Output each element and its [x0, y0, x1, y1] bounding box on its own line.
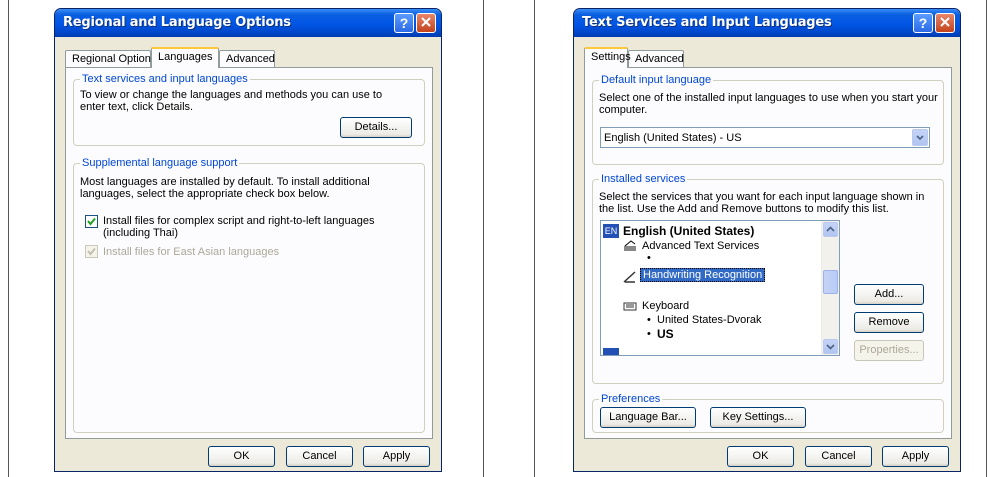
tab-advanced[interactable]: Advanced [628, 50, 684, 68]
list-item[interactable]: English (United States) [623, 225, 754, 237]
ok-button[interactable]: OK [208, 446, 275, 467]
button-label: Language Bar... [609, 411, 687, 423]
language-badge: EN [603, 224, 619, 238]
cancel-button[interactable]: Cancel [805, 446, 872, 467]
selected-label: Handwriting Recognition [640, 268, 766, 282]
bullet: • [647, 252, 651, 264]
dialog-body: Regional Options Languages Advanced Text… [58, 37, 438, 468]
default-input-language-group: Default input language Select one of the… [592, 74, 944, 165]
group-title: Default input language [599, 74, 714, 86]
default-language-select[interactable]: English (United States) - US [600, 127, 930, 148]
list-item[interactable]: United States-Dvorak [657, 314, 762, 326]
button-label: Apply [901, 450, 930, 462]
scroll-up-icon[interactable] [823, 222, 838, 237]
group-title: Installed services [599, 173, 688, 185]
keyboard-icon [623, 300, 637, 312]
key-settings-button[interactable]: Key Settings... [710, 407, 806, 428]
properties-button[interactable]: Properties... [854, 340, 924, 361]
button-label: Details... [354, 121, 398, 133]
button-label: Cancel [821, 450, 856, 462]
details-button[interactable]: Details... [340, 117, 412, 138]
add-button[interactable]: Add... [854, 284, 924, 305]
help-icon[interactable]: ? [394, 13, 414, 33]
group-title: Supplemental language support [80, 157, 240, 169]
apply-button[interactable]: Apply [363, 446, 430, 467]
title-bar[interactable]: Text Services and Input Languages ? [574, 9, 960, 37]
window-title: Text Services and Input Languages [582, 15, 832, 30]
button-label: Apply [382, 450, 411, 462]
list-item[interactable]: US [657, 328, 674, 340]
list-item[interactable]: Keyboard [642, 300, 689, 312]
group-description: Select the services that you want for ea… [599, 191, 925, 215]
close-icon[interactable] [935, 13, 955, 33]
group-description: Select one of the installed input langua… [599, 92, 938, 116]
bullet: • [647, 314, 651, 326]
chevron-down-icon[interactable] [912, 129, 928, 146]
dialog-body: Settings Advanced Default input language… [577, 37, 957, 468]
east-asian-checkbox[interactable] [85, 245, 98, 258]
handwriting-icon [623, 270, 637, 284]
tab-settings[interactable]: Settings [584, 47, 631, 68]
tab-languages[interactable]: Languages [151, 47, 219, 68]
supplemental-language-group: Supplemental language support Most langu… [73, 157, 425, 433]
list-item[interactable]: Advanced Text Services [642, 240, 759, 252]
tab-panel: Default input language Select one of the… [584, 67, 952, 439]
button-label: OK [233, 450, 250, 462]
tab-regional-options[interactable]: Regional Options [65, 50, 156, 68]
button-label: OK [752, 450, 769, 462]
ok-button[interactable]: OK [727, 446, 794, 467]
tab-label: Advanced [226, 53, 275, 65]
help-icon[interactable]: ? [913, 13, 933, 33]
window-title: Regional and Language Options [63, 15, 291, 30]
button-label: Remove [868, 316, 910, 328]
text-services-window: Text Services and Input Languages ? Sett… [573, 8, 961, 472]
button-label: Cancel [302, 450, 337, 462]
remove-button[interactable]: Remove [854, 312, 924, 333]
checkbox-label[interactable]: Install files for East Asian languages [103, 246, 403, 258]
tab-advanced[interactable]: Advanced [219, 50, 275, 68]
bullet: • [647, 328, 651, 340]
tab-label: Advanced [635, 53, 684, 65]
group-description: To view or change the languages and meth… [80, 89, 383, 113]
list-scrollbar[interactable] [821, 221, 839, 355]
tab-label: Languages [158, 51, 213, 63]
tab-label: Regional Options [72, 53, 157, 65]
apply-button[interactable]: Apply [882, 446, 949, 467]
scroll-thumb[interactable] [823, 270, 838, 294]
advanced-text-services-icon [623, 239, 637, 253]
tab-label: Settings [591, 51, 631, 63]
language-badge-partial [603, 348, 619, 355]
cancel-button[interactable]: Cancel [286, 446, 353, 467]
group-description: Most languages are installed by default.… [80, 176, 370, 200]
button-label: Key Settings... [722, 411, 794, 423]
text-services-group: Text services and input languages To vie… [73, 73, 425, 146]
tab-panel: Text services and input languages To vie… [65, 67, 433, 439]
scroll-down-icon[interactable] [823, 339, 838, 354]
complex-script-checkbox[interactable] [85, 215, 98, 228]
title-bar[interactable]: Regional and Language Options ? [55, 9, 441, 37]
list-item-selected[interactable]: Handwriting Recognition [640, 268, 766, 282]
group-title: Text services and input languages [80, 73, 250, 85]
installed-services-list[interactable]: EN English (United States) Advanced Text… [600, 220, 840, 356]
group-title: Preferences [599, 393, 663, 405]
installed-services-group: Installed services Select the services t… [592, 173, 944, 384]
button-label: Add... [874, 288, 904, 300]
regional-language-options-window: Regional and Language Options ? Regional… [54, 8, 442, 472]
checkbox-label[interactable]: Install files for complex script and rig… [103, 215, 413, 239]
preferences-group: Preferences Language Bar... Key Settings… [592, 393, 944, 433]
button-label: Properties... [859, 344, 919, 356]
language-bar-button[interactable]: Language Bar... [600, 407, 696, 428]
close-icon[interactable] [416, 13, 436, 33]
combo-value: English (United States) - US [604, 132, 742, 144]
